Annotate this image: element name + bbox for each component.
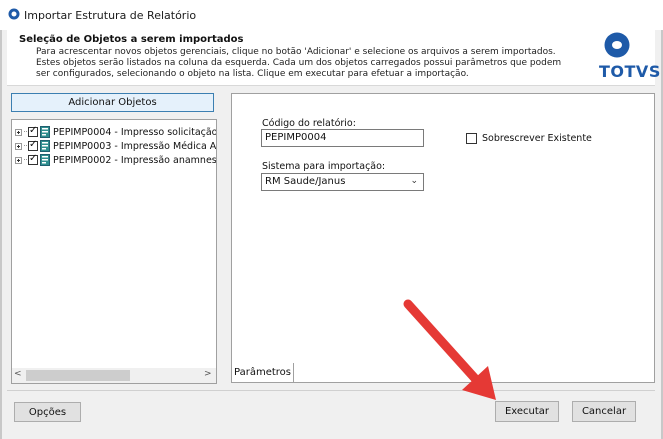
execute-button[interactable]: Executar <box>495 401 559 422</box>
tree-item[interactable]: PEPIMP0004 - Impresso solicitação d <box>15 125 217 139</box>
header-title: Seleção de Objetos a serem importados <box>19 34 244 45</box>
checkbox-icon[interactable] <box>28 153 38 165</box>
document-icon <box>40 154 50 166</box>
tree-item[interactable]: PEPIMP0002 - Impressão anamnese <box>15 153 217 167</box>
scroll-left-icon[interactable]: < <box>14 369 22 379</box>
tree-item[interactable]: PEPIMP0003 - Impressão Médica Ate <box>15 139 217 153</box>
checkbox-icon[interactable] <box>28 125 38 137</box>
header-panel: Seleção de Objetos a serem importados Pa… <box>7 30 655 86</box>
chevron-down-icon[interactable]: ⌄ <box>410 176 418 186</box>
expand-icon[interactable] <box>15 128 22 136</box>
expand-icon[interactable] <box>15 142 22 150</box>
window-title: Importar Estrutura de Relatório <box>24 9 197 22</box>
expand-icon[interactable] <box>15 156 22 164</box>
report-code-label: Código do relatório: <box>262 118 356 129</box>
document-icon <box>40 140 50 152</box>
tree-item-label: PEPIMP0003 - Impressão Médica Ate <box>53 140 217 152</box>
document-icon <box>40 126 50 138</box>
import-system-label: Sistema para importação: <box>262 161 386 172</box>
tree-item-label: PEPIMP0002 - Impressão anamnese <box>53 154 217 166</box>
totvs-logo-text: TOTVS <box>599 62 661 81</box>
options-button[interactable]: Opções <box>14 402 81 422</box>
overwrite-label[interactable]: Sobrescrever Existente <box>482 133 592 144</box>
header-description-line-3: ser configurados, selecionando o objeto … <box>36 69 469 79</box>
title-bar: Importar Estrutura de Relatório <box>0 0 663 30</box>
header-description-line-2: Estes objetos serão listados na coluna d… <box>36 58 562 68</box>
window-border-left <box>0 30 2 439</box>
scroll-right-icon[interactable]: > <box>204 369 212 379</box>
totvs-logo-icon <box>604 32 630 58</box>
cancel-button[interactable]: Cancelar <box>572 401 636 422</box>
import-system-select[interactable]: RM Saude/Janus ⌄ <box>261 173 424 191</box>
properties-panel: Código do relatório: PEPIMP0004 Sobrescr… <box>231 93 655 383</box>
tab-parameters[interactable]: Parâmetros <box>231 363 294 383</box>
tab-strip: Parâmetros <box>231 363 655 383</box>
report-code-input[interactable]: PEPIMP0004 <box>261 129 424 147</box>
horizontal-scrollbar[interactable]: < > <box>12 368 216 383</box>
scrollbar-thumb[interactable] <box>26 370 130 381</box>
overwrite-checkbox[interactable] <box>466 133 477 144</box>
footer-separator <box>7 390 655 391</box>
import-system-value: RM Saude/Janus <box>265 176 346 187</box>
add-objects-button[interactable]: Adicionar Objetos <box>11 93 214 112</box>
app-icon <box>8 8 20 20</box>
tree-item-label: PEPIMP0004 - Impresso solicitação d <box>53 126 217 138</box>
objects-tree[interactable]: PEPIMP0004 - Impresso solicitação d PEPI… <box>11 119 217 384</box>
header-description-line-1: Para acrescentar novos objetos gerenciai… <box>36 47 556 57</box>
checkbox-icon[interactable] <box>28 139 38 151</box>
